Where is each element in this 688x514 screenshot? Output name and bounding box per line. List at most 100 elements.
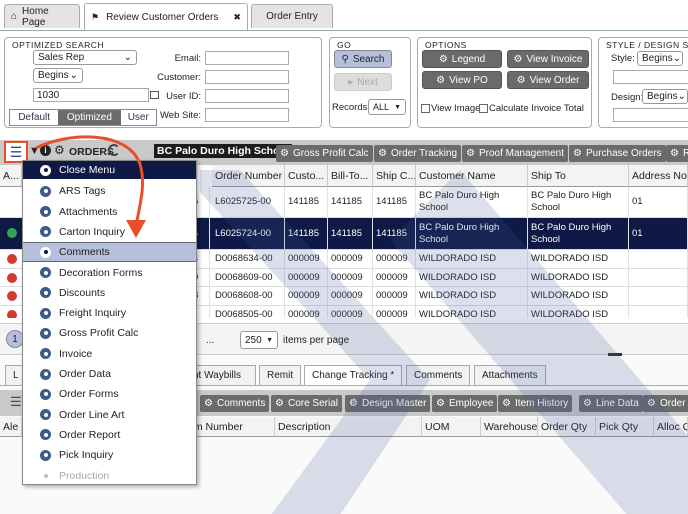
email-field[interactable] (205, 51, 289, 65)
comments-button[interactable]: ⚙ Comments (200, 395, 270, 412)
table-cell-bill: 000009 (328, 306, 373, 318)
page-size-select[interactable]: 250 ▼ (240, 331, 278, 349)
design-master-button[interactable]: ⚙ Design Master (345, 395, 431, 412)
column-header-a[interactable]: A... (0, 165, 22, 187)
employee-button[interactable]: ⚙ Employee (432, 395, 498, 412)
menu-item-freight-inquiry[interactable]: Freight Inquiry (23, 303, 196, 323)
detail-header-pick-qty[interactable]: Pick Qty (596, 417, 654, 437)
tab-attachments[interactable]: Attachments (474, 365, 546, 385)
menu-item-production[interactable]: Production (23, 466, 196, 485)
detail-header-description[interactable]: Description (275, 417, 422, 437)
more-toolbar-button[interactable]: ⚙ R (666, 145, 688, 162)
records-select[interactable]: ALL ▼ (368, 99, 406, 115)
proof-management-button[interactable]: ⚙ Proof Management (462, 145, 569, 162)
tab-change-tracking[interactable]: Change Tracking * (304, 365, 403, 385)
column-header-ship-c[interactable]: Ship C... (373, 165, 416, 187)
detail-header-order-qty[interactable]: Order Qty (538, 417, 596, 437)
pager-ellipsis[interactable]: ... (206, 335, 214, 346)
column-header-order-number[interactable]: Order Number (212, 165, 285, 187)
splitter-handle[interactable] (608, 353, 622, 356)
view-order-button[interactable]: ⚙ View Order (507, 71, 589, 89)
menu-item-label: Invoice (59, 347, 93, 360)
design-field[interactable] (613, 108, 688, 122)
gear-icon (40, 429, 51, 441)
design-select[interactable]: Begins ⌄ (642, 89, 688, 104)
default-mode-button[interactable]: Default (10, 110, 59, 125)
menu-item-comments[interactable]: Comments (23, 242, 196, 263)
column-header-address-no[interactable]: Address No (629, 165, 688, 187)
search-button[interactable]: ⚲ Search (334, 50, 392, 68)
menu-item-order-data[interactable]: Order Data (23, 364, 196, 384)
tab-comments[interactable]: Comments (406, 365, 471, 385)
search-mode-select[interactable]: Begins ⌄ (33, 68, 83, 83)
tab-remit[interactable]: Remit (259, 365, 302, 385)
menu-item-invoice[interactable]: Invoice (23, 344, 196, 364)
table-cell-bill: 141185 (328, 187, 373, 217)
detail-menu-icon[interactable]: ☰ (10, 394, 22, 410)
gear-icon (40, 206, 51, 218)
menu-item-order-line-art[interactable]: Order Line Art (23, 405, 196, 425)
refresh-icon[interactable] (108, 144, 120, 156)
menu-item-attachments[interactable]: Attachments (23, 202, 196, 222)
style-label: Style: (611, 53, 635, 64)
menu-item-decoration-forms[interactable]: Decoration Forms (23, 263, 196, 283)
line-data-button[interactable]: ⚙ Line Data (579, 395, 643, 412)
chevron-down-icon: ⌄ (672, 53, 681, 64)
menu-item-discounts[interactable]: Discounts (23, 283, 196, 303)
menu-item-ars-tags[interactable]: ARS Tags (23, 181, 196, 201)
view-invoice-button[interactable]: ⚙ View Invoice (507, 50, 589, 68)
web-site-field[interactable] (205, 108, 289, 122)
order-button[interactable]: ⚙ Order (643, 395, 688, 412)
chevron-down-icon: ⌄ (69, 70, 78, 81)
gear-icon: ⚙ (378, 148, 387, 159)
menu-item-close-menu[interactable]: Close Menu (23, 161, 196, 179)
detail-header-alloc-qty[interactable]: Alloc Q (654, 417, 688, 437)
user-id-field[interactable] (205, 89, 289, 103)
column-header-ship-to[interactable]: Ship To (528, 165, 629, 187)
menu-item-label: Comments (59, 246, 110, 259)
optimized-mode-button[interactable]: Optimized (58, 110, 121, 125)
column-header-customer[interactable]: Custo... (285, 165, 328, 187)
menu-item-pick-inquiry[interactable]: Pick Inquiry (23, 445, 196, 465)
view-image-checkbox[interactable] (421, 104, 430, 113)
search-value-input[interactable]: 1030 (33, 88, 149, 102)
calc-invoice-checkbox[interactable] (479, 104, 488, 113)
gross-profit-calc-button[interactable]: ⚙ Gross Profit Calc (276, 145, 373, 162)
legend-button[interactable]: ⚙ Legend (422, 50, 502, 68)
style-field[interactable] (613, 70, 688, 84)
customer-field[interactable] (205, 70, 289, 84)
search-field-select[interactable]: Sales Rep ⌄ (33, 50, 137, 65)
search-icon: ⚲ (341, 53, 349, 65)
selected-customer-tag: BC Palo Duro High School (154, 144, 292, 158)
next-button[interactable]: ▸ Next (334, 73, 392, 91)
status-dot-icon (7, 310, 17, 318)
core-serial-button[interactable]: ⚙ Core Serial (271, 395, 342, 412)
table-cell-name: WILDORADO ISD (416, 306, 528, 318)
item-history-button[interactable]: ⚙ Item History (498, 395, 573, 412)
info-icon[interactable]: i (40, 145, 51, 156)
purchase-orders-button[interactable]: ⚙ Purchase Orders (569, 145, 666, 162)
detail-header-item-number[interactable]: em Number (185, 417, 275, 437)
style-select[interactable]: Begins ⌄ (637, 51, 683, 66)
tab-order-entry[interactable]: Order Entry (251, 4, 333, 28)
detail-header-alert[interactable]: Ale (0, 417, 22, 437)
column-header-customer-name[interactable]: Customer Name (416, 165, 528, 187)
detail-header-uom[interactable]: UOM (422, 417, 481, 437)
filter-icon[interactable]: ▼ (29, 145, 40, 157)
menu-item-order-report[interactable]: Order Report (23, 425, 196, 445)
table-cell-addr (629, 269, 688, 286)
close-icon[interactable]: ✖ (233, 12, 241, 23)
menu-item-order-forms[interactable]: Order Forms (23, 384, 196, 404)
detail-header-warehouse[interactable]: Warehouse (481, 417, 538, 437)
tab-review-customer-orders[interactable]: ⚑ Review Customer Orders ✖ (84, 3, 248, 30)
menu-item-gross-profit-calc[interactable]: Gross Profit Calc (23, 323, 196, 343)
tab-home-page[interactable]: ⌂ Home Page (4, 4, 80, 28)
status-dot-icon (7, 291, 17, 301)
gear-icon[interactable]: ⚙ (54, 143, 65, 157)
column-header-bill-to[interactable]: Bill-To... (328, 165, 373, 187)
gear-icon (40, 368, 51, 380)
menu-item-carton-inquiry[interactable]: Carton Inquiry (23, 222, 196, 242)
view-po-button[interactable]: ⚙ View PO (422, 71, 502, 89)
order-tracking-button[interactable]: ⚙ Order Tracking (374, 145, 462, 162)
user-mode-button[interactable]: User (120, 110, 157, 125)
